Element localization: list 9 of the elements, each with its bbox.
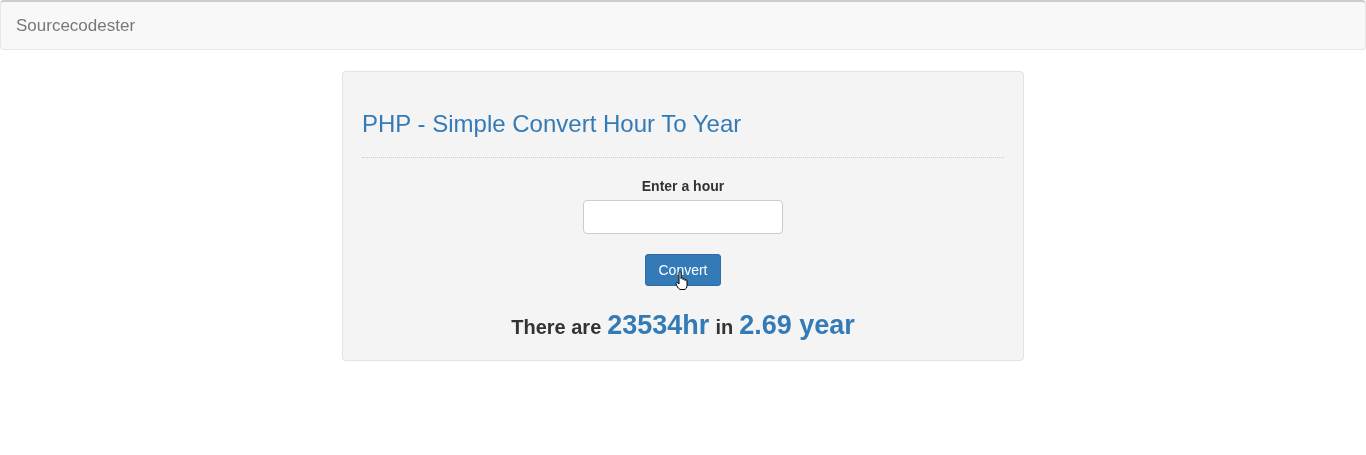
- hour-input[interactable]: [583, 200, 783, 235]
- result-value: 2.69 year: [739, 310, 855, 342]
- page-title: PHP - Simple Convert Hour To Year: [362, 111, 743, 138]
- field-label: Enter a hour: [641, 178, 725, 195]
- convert-button[interactable]: Convert: [645, 254, 721, 287]
- result-value: 23534hr: [607, 310, 710, 342]
- brand-link[interactable]: Sourcecodester: [16, 15, 136, 36]
- result-text: in: [715, 316, 734, 340]
- result-text: There are: [511, 316, 602, 340]
